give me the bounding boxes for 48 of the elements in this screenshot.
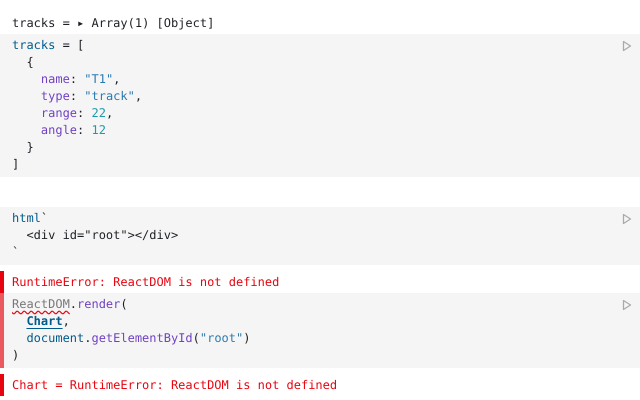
code-cell[interactable]: ReactDOM.render( Chart, document.getElementById("root") )	[0, 293, 640, 368]
code-text: )	[243, 330, 250, 347]
code-text: <div id="root"></div>	[26, 227, 178, 244]
string-literal: "track"	[84, 88, 135, 105]
code-text: :	[70, 88, 78, 105]
undefined-name: ReactDOM	[12, 296, 70, 313]
code-text: (	[120, 296, 128, 313]
code-text: = [	[62, 37, 84, 54]
function-name: render	[77, 296, 120, 313]
code-text: `	[40, 210, 48, 227]
output-text: ▸	[77, 14, 84, 32]
code-text: ,	[113, 71, 120, 88]
property-name: range	[40, 105, 78, 122]
play-icon[interactable]	[622, 40, 632, 52]
play-icon[interactable]	[622, 299, 632, 311]
number-literal: 12	[91, 122, 106, 139]
code-cell[interactable]: html` <div id="root"></div> `	[0, 207, 640, 265]
code-text: {	[26, 54, 34, 71]
code-cell[interactable]: tracks = [ { name: "T1", type: "track", range: 22, angle: 12 } ]	[0, 34, 640, 177]
string-literal: "root"	[200, 330, 244, 347]
variable-name: html	[12, 210, 41, 227]
code-text: .	[84, 330, 92, 347]
function-name: getElementById	[91, 330, 193, 347]
code-text: :	[77, 105, 86, 122]
code-text: :	[70, 71, 78, 88]
code-text: .	[70, 296, 78, 313]
property-name: type	[40, 88, 70, 105]
variable-name: document	[26, 330, 84, 347]
variable-name: tracks	[12, 37, 56, 54]
code-text: }	[26, 139, 34, 156]
error-message: RuntimeError: ReactDOM is not defined	[12, 274, 280, 290]
code-text: ,	[106, 105, 114, 122]
output-text: Array(1) [Object]	[90, 14, 214, 32]
code-text: :	[77, 122, 86, 139]
cell-reference-link[interactable]: Chart	[26, 313, 63, 330]
property-name: name	[40, 71, 70, 88]
code-text: ,	[134, 88, 142, 105]
number-literal: 22	[91, 105, 106, 122]
error-message: Chart = RuntimeError: ReactDOM is not defined	[12, 376, 338, 394]
property-name: angle	[40, 122, 78, 139]
code-text: `	[12, 244, 20, 261]
code-text: ]	[12, 156, 20, 173]
play-icon[interactable]	[622, 213, 632, 225]
code-text: ,	[62, 313, 70, 330]
code-text: )	[12, 347, 20, 364]
string-literal: "T1"	[84, 71, 114, 88]
output-text: tracks =	[12, 14, 71, 32]
code-text: (	[192, 330, 200, 347]
